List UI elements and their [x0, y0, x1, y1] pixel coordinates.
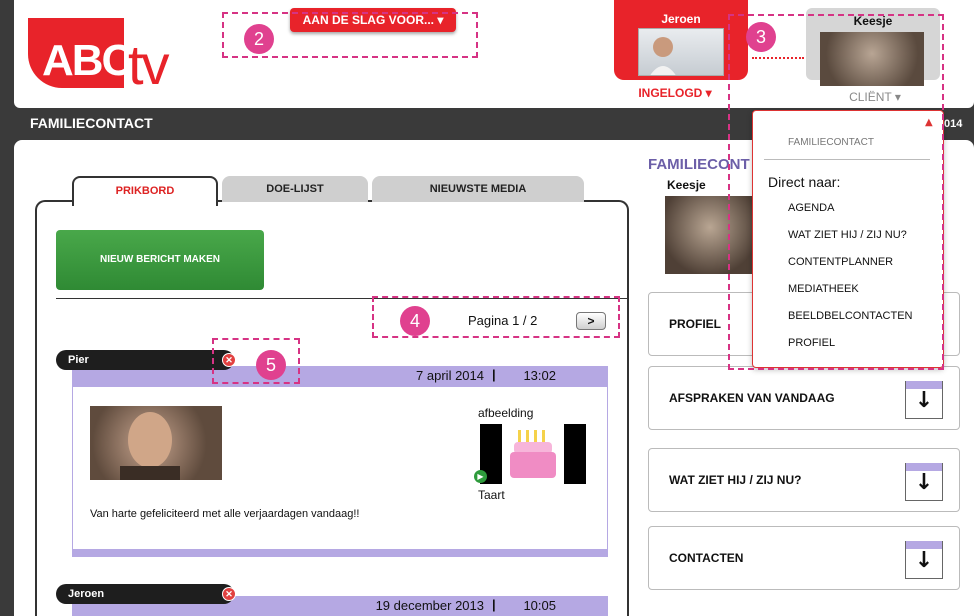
annotation-marker: 2: [244, 24, 274, 54]
appointments-box[interactable]: AFSPRAKEN VAN VANDAAG ↓: [648, 366, 960, 430]
delete-message-icon[interactable]: ✕: [222, 587, 236, 601]
attachment-type-label: afbeelding: [478, 406, 534, 420]
message-author: Pier: [56, 350, 234, 370]
logo-text-tv: tv: [128, 33, 170, 96]
what-sees-box-label: WAT ZIET HIJ / ZIJ NU?: [669, 473, 802, 487]
message-time: 13:02: [523, 368, 556, 383]
message-time: 10:05: [523, 598, 556, 613]
user-avatar: [638, 28, 724, 76]
contacts-box-label: CONTACTEN: [669, 551, 744, 565]
arrow-down-icon[interactable]: ↓: [905, 463, 943, 501]
annotation-marker: 5: [256, 350, 286, 380]
message-separator: |: [492, 367, 496, 382]
attachment-name: Taart: [478, 488, 505, 502]
annotation-marker: 3: [746, 22, 776, 52]
cake-image: [502, 424, 564, 484]
title-date-fragment: 014: [944, 118, 963, 130]
arrow-down-icon[interactable]: ↓: [905, 541, 943, 579]
tab-doe-lijst[interactable]: DOE-LIJST: [222, 176, 368, 202]
contacts-box[interactable]: CONTACTEN ↓: [648, 526, 960, 590]
message-author: Jeroen: [56, 584, 234, 604]
logo-text-abc: ABC: [42, 36, 133, 85]
attachment-thumbnail[interactable]: [480, 424, 586, 484]
what-sees-box[interactable]: WAT ZIET HIJ / ZIJ NU? ↓: [648, 448, 960, 512]
abc-tv-logo[interactable]: ABC tv: [28, 18, 208, 96]
arrow-down-icon[interactable]: ↓: [905, 381, 943, 419]
tab-nieuwste-media[interactable]: NIEUWSTE MEDIA: [372, 176, 584, 202]
message-author-photo: [90, 406, 222, 480]
play-icon[interactable]: ▶: [474, 470, 487, 483]
annotation-marker: 4: [400, 306, 430, 336]
message-footer: [72, 549, 608, 557]
tab-prikbord[interactable]: PRIKBORD: [72, 176, 218, 206]
login-status-menu[interactable]: INGELOGD ▾: [620, 86, 730, 100]
profile-box-label: PROFIEL: [669, 317, 722, 331]
new-message-button[interactable]: NIEUW BERICHT MAKEN: [56, 230, 264, 290]
appointments-box-label: AFSPRAKEN VAN VANDAAG: [669, 391, 835, 405]
annotation-box: [728, 14, 944, 370]
client-name-right: Keesje: [667, 178, 706, 192]
message-text: Van harte gefeliciteerd met alle verjaar…: [90, 508, 360, 520]
message-separator: |: [492, 597, 496, 612]
message-date: 7 april 2014: [416, 368, 484, 383]
message-date: 19 december 2013: [375, 598, 484, 613]
